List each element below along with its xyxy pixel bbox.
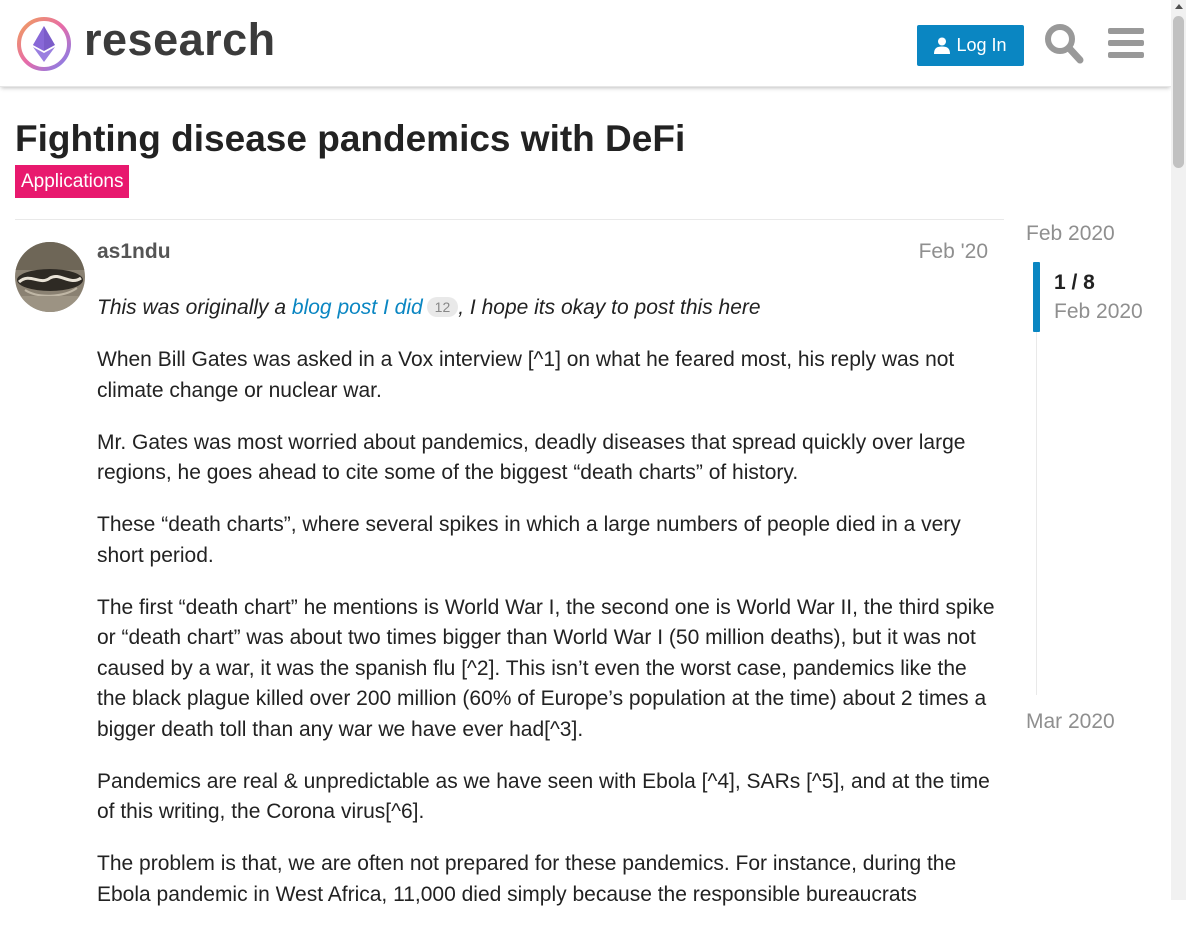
intro-text-after: , I hope its okay to post this here (458, 296, 761, 319)
post-intro: This was originally a blog post I did 12,… (97, 293, 997, 324)
scrollbar-thumb[interactable] (1173, 16, 1184, 168)
post-paragraph: Pandemics are real & unpredictable as we… (97, 769, 990, 824)
blog-post-link[interactable]: blog post I did (292, 296, 423, 319)
user-icon (934, 37, 951, 54)
avatar[interactable] (15, 242, 85, 312)
page-scrollbar[interactable] (1171, 0, 1186, 900)
post-body: This was originally a blog post I did 12,… (97, 293, 997, 932)
category-badge[interactable]: Applications (15, 165, 130, 198)
timeline-current-date: Feb 2020 (1054, 300, 1143, 323)
timeline-end-date[interactable]: Mar 2020 (1026, 710, 1115, 734)
post-paragraph: The problem is that, we are often not pr… (97, 852, 957, 906)
timeline-start-date[interactable]: Feb 2020 (1026, 222, 1115, 246)
timeline-scroll-handle[interactable] (1033, 262, 1040, 332)
hamburger-menu-icon[interactable] (1106, 22, 1146, 64)
topic-timeline: Feb 2020 1 / 8 Feb 2020 Mar 2020 (1026, 218, 1171, 758)
post-paragraph: These “death charts”, where several spik… (97, 513, 961, 567)
post-paragraph: When Bill Gates was asked in a Vox inter… (97, 348, 955, 402)
login-button[interactable]: Log In (917, 25, 1024, 66)
link-click-count: 12 (426, 297, 459, 317)
post-date[interactable]: Feb '20 (900, 240, 988, 264)
search-icon[interactable] (1044, 22, 1084, 64)
site-header: research Log In (0, 0, 1171, 87)
ethereum-research-logo-icon[interactable] (16, 16, 72, 72)
post-paragraph: The first “death chart” he mentions is W… (97, 595, 995, 741)
timeline-position: 1 / 8 (1054, 271, 1095, 294)
topic-title[interactable]: Fighting disease pandemics with DeFi (15, 118, 685, 160)
post-paragraph: Mr. Gates was most worried about pandemi… (97, 430, 966, 485)
intro-text-before: This was originally a (97, 296, 292, 319)
topic-divider (15, 219, 1004, 220)
site-logo-text[interactable]: research (84, 14, 276, 66)
login-button-label: Log In (956, 35, 1007, 55)
post-username[interactable]: as1ndu (97, 240, 171, 264)
scroll-up-arrow-icon[interactable] (1175, 4, 1183, 9)
